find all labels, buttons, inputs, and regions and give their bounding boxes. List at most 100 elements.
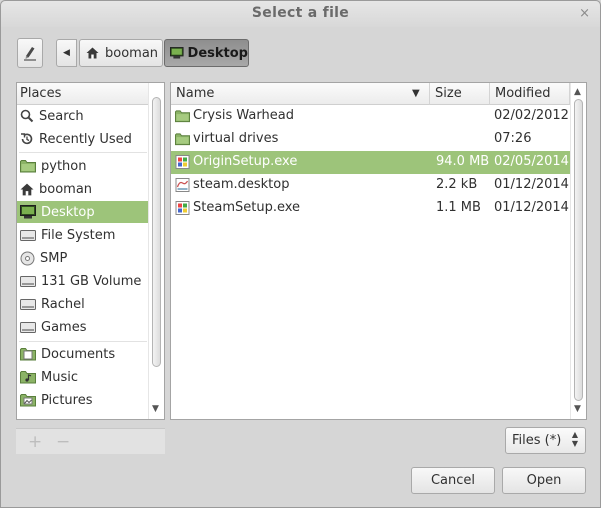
exe-icon bbox=[175, 155, 190, 169]
column-label-name: Name bbox=[176, 86, 215, 101]
place-label: booman bbox=[39, 181, 93, 197]
pencil-icon bbox=[24, 47, 36, 61]
place-label: Music bbox=[41, 369, 78, 385]
remove-bookmark-button[interactable]: − bbox=[56, 432, 70, 452]
file-modified: 07:26 bbox=[494, 131, 532, 146]
place-label: Documents bbox=[41, 346, 116, 362]
place-item-booman[interactable]: booman bbox=[17, 178, 148, 200]
desktop-icon bbox=[170, 47, 184, 59]
places-scrollbar[interactable]: ▼ bbox=[148, 83, 164, 419]
desktop-icon bbox=[20, 205, 36, 219]
file-size: 2.2 kB bbox=[436, 177, 478, 192]
search-icon bbox=[20, 109, 34, 123]
place-label: File System bbox=[41, 227, 116, 243]
place-item-python[interactable]: python bbox=[17, 155, 148, 177]
disc-icon bbox=[20, 251, 35, 265]
place-label: Games bbox=[41, 319, 87, 335]
path-button-desktop[interactable]: Desktop bbox=[164, 39, 249, 67]
file-list-scrollbar[interactable]: ▲ ▼ bbox=[570, 83, 586, 419]
path-label-desktop: Desktop bbox=[187, 45, 248, 61]
file-list: Name ▼ Size Modified Crysis Warhead 02/0… bbox=[170, 82, 587, 420]
place-label: SMP bbox=[40, 250, 68, 266]
place-item-games[interactable]: Games bbox=[17, 316, 148, 338]
place-label: python bbox=[41, 158, 87, 174]
file-list-scroll-thumb[interactable] bbox=[574, 99, 583, 401]
place-item-131gb-volume[interactable]: 131 GB Volume bbox=[17, 270, 148, 292]
path-back-button[interactable]: ◀ bbox=[56, 39, 77, 67]
open-button[interactable]: Open bbox=[502, 467, 586, 494]
file-row-steam-desktop[interactable]: steam.desktop 2.2 kB 01/12/2014 bbox=[171, 174, 570, 197]
sort-descending-icon: ▼ bbox=[412, 88, 420, 99]
add-bookmark-button[interactable]: + bbox=[28, 432, 42, 452]
column-header-modified[interactable]: Modified bbox=[490, 83, 570, 105]
file-name: OriginSetup.exe bbox=[193, 154, 298, 169]
file-row-crysis-warhead[interactable]: Crysis Warhead 02/02/2012 bbox=[171, 105, 570, 128]
column-header-name[interactable]: Name ▼ bbox=[171, 83, 430, 105]
place-item-rachel[interactable]: Rachel bbox=[17, 293, 148, 315]
places-sidebar: Places Search Recently Used python booma… bbox=[16, 82, 165, 420]
place-label: Desktop bbox=[41, 204, 95, 220]
home-icon bbox=[20, 183, 34, 195]
column-header-size[interactable]: Size bbox=[430, 83, 490, 105]
places-separator bbox=[19, 152, 147, 153]
close-icon[interactable]: × bbox=[579, 6, 590, 21]
place-label: Pictures bbox=[41, 392, 93, 408]
file-row-originsetup[interactable]: OriginSetup.exe 94.0 MB 02/05/2014 bbox=[171, 151, 570, 174]
title-bar[interactable]: Select a file × bbox=[1, 1, 600, 27]
chevron-updown-icon: ▲ ▼ bbox=[571, 430, 578, 448]
recent-icon bbox=[21, 133, 33, 145]
places-separator bbox=[19, 341, 147, 342]
path-label-booman: booman bbox=[105, 45, 159, 61]
file-row-virtual-drives[interactable]: virtual drives 07:26 bbox=[171, 128, 570, 151]
places-add-remove-bar: + − bbox=[16, 428, 165, 454]
place-label: Search bbox=[39, 108, 84, 124]
place-item-recently-used[interactable]: Recently Used bbox=[17, 128, 148, 150]
home-icon bbox=[86, 47, 99, 59]
scroll-down-arrow-icon[interactable]: ▼ bbox=[574, 404, 581, 414]
documents-folder-icon bbox=[20, 348, 36, 361]
place-label: Rachel bbox=[41, 296, 85, 312]
file-modified: 02/05/2014 bbox=[494, 154, 569, 169]
file-modified: 01/12/2014 bbox=[494, 177, 569, 192]
file-name: SteamSetup.exe bbox=[193, 200, 301, 215]
file-row-steamsetup[interactable]: SteamSetup.exe 1.1 MB 01/12/2014 bbox=[171, 197, 570, 220]
places-header[interactable]: Places bbox=[17, 83, 148, 105]
folder-icon bbox=[175, 133, 190, 146]
place-item-documents[interactable]: Documents bbox=[17, 343, 148, 365]
drive-icon bbox=[20, 276, 36, 287]
places-scroll-thumb[interactable] bbox=[152, 97, 161, 367]
scroll-up-arrow-icon[interactable]: ▲ bbox=[574, 87, 581, 97]
place-item-desktop[interactable]: Desktop bbox=[17, 201, 148, 223]
place-item-smp[interactable]: SMP bbox=[17, 247, 148, 269]
path-button-booman[interactable]: booman bbox=[79, 39, 163, 67]
place-item-music[interactable]: Music bbox=[17, 366, 148, 388]
dialog-title: Select a file bbox=[251, 5, 350, 21]
file-type-filter-select[interactable]: Files (*) ▲ ▼ bbox=[505, 427, 586, 454]
file-size: 94.0 MB bbox=[436, 154, 490, 169]
left-arrow-icon: ◀ bbox=[63, 48, 70, 58]
file-size: 1.1 MB bbox=[436, 200, 481, 215]
place-label: 131 GB Volume bbox=[41, 273, 142, 289]
desktop-file-icon bbox=[175, 178, 190, 192]
music-folder-icon bbox=[20, 371, 36, 384]
drive-icon bbox=[20, 230, 36, 241]
folder-icon bbox=[175, 110, 190, 123]
scroll-down-arrow-icon[interactable]: ▼ bbox=[152, 404, 159, 414]
file-modified: 02/02/2012 bbox=[494, 108, 569, 123]
type-location-button[interactable] bbox=[17, 38, 43, 68]
exe-icon bbox=[175, 201, 190, 215]
place-item-pictures[interactable]: Pictures bbox=[17, 389, 148, 411]
file-name: Crysis Warhead bbox=[193, 108, 294, 123]
drive-icon bbox=[20, 299, 36, 310]
pictures-folder-icon bbox=[20, 394, 36, 407]
cancel-button[interactable]: Cancel bbox=[411, 467, 495, 494]
place-item-file-system[interactable]: File System bbox=[17, 224, 148, 246]
place-item-search[interactable]: Search bbox=[17, 105, 148, 127]
folder-icon bbox=[20, 160, 36, 173]
file-chooser-dialog: Select a file × ◀ booman Desktop Places bbox=[0, 0, 601, 508]
place-label: Recently Used bbox=[39, 131, 132, 147]
file-name: virtual drives bbox=[193, 131, 279, 146]
file-name: steam.desktop bbox=[193, 177, 290, 192]
filter-value: Files (*) bbox=[512, 433, 562, 448]
drive-icon bbox=[20, 322, 36, 333]
